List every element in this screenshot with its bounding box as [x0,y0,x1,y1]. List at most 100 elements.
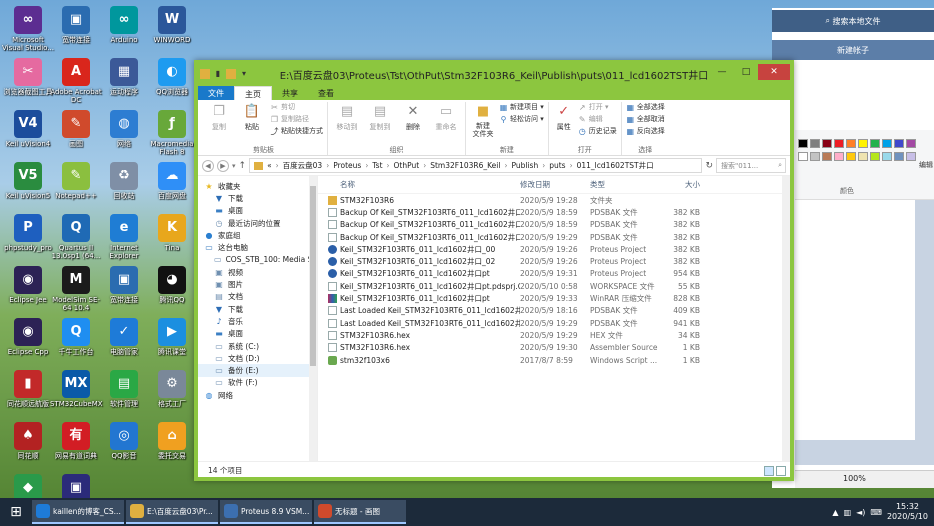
edit-colors-label[interactable]: 编辑 [919,160,933,170]
tab-share[interactable]: 共享 [272,86,308,100]
network-icon[interactable]: ▥ [844,508,852,517]
rename-button[interactable]: ▭ 重命名 [431,102,461,145]
delete-button[interactable]: ✕ 删除 [398,102,428,145]
breadcrumb-separator[interactable]: › [423,161,426,170]
clock[interactable]: 15:32 2020/5/10 [887,502,928,522]
color-swatch[interactable] [798,139,808,148]
desktop-icon[interactable]: ✎ Notepad++ [50,162,102,200]
breadcrumb-item[interactable]: OthPut [394,161,420,170]
file-row[interactable]: Keil_STM32F103RT6_011_lcd1602井口pt 2020/5/… [318,292,790,304]
desktop-icon[interactable]: MX STM32CubeMX [50,370,103,408]
desktop-icon[interactable]: ✓ 电脑管家 [98,318,150,356]
breadcrumb-item[interactable]: Tst [372,161,382,170]
file-row[interactable]: stm32f103x6 2017/8/7 8:59 Windows Script .… [318,354,790,366]
title-bar[interactable]: ▮ ▾ E:\百度云盘03\Proteus\Tst\OthPut\Stm32F1… [198,64,790,84]
column-date[interactable]: 修改日期 [520,179,590,190]
file-row[interactable]: Backup Of Keil_STM32F103RT6_011_lcd1602井… [318,219,790,231]
file-row[interactable]: Keil_STM32F103RT6_011_lcd1602井口pt 2020/5/… [318,268,790,280]
color-swatch[interactable] [906,139,916,148]
nav-item[interactable]: ▼ 下载 [198,303,317,315]
desktop-icon[interactable]: ◐ QQ浏览器 [146,58,198,96]
color-swatch[interactable] [882,139,892,148]
details-view-icon[interactable] [764,465,774,476]
desktop-icon[interactable]: ∞ Microsoft Visual Studio... [2,6,54,52]
nav-item[interactable]: ▬ 桌面 [198,328,317,340]
desktop-icon[interactable]: Q Quartus II 13.0sp1 (64... [50,214,102,260]
nav-item[interactable]: ▭ 这台电脑 [198,241,317,253]
file-row[interactable]: STM32F103R6.hex 2020/5/9 19:29 HEX 文件 34 KB [318,329,790,341]
nav-item[interactable]: ▤ 文档 [198,291,317,303]
desktop-icon[interactable]: e Internet Explorer [98,214,150,260]
color-swatch[interactable] [858,152,868,161]
copy-path-button[interactable]: ❐ 复制路径 [270,114,323,124]
taskbar-task[interactable]: kaillen的博客_CS... [32,500,124,524]
taskbar-task[interactable]: E:\百度云盘03\Pr... [126,500,218,524]
breadcrumb-separator[interactable]: › [542,161,545,170]
nav-item[interactable]: ▭ 备份 (E:) [198,364,317,377]
properties-button[interactable]: ✓ 属性 [553,102,575,145]
forward-button[interactable]: ▶ [217,159,229,172]
cut-button[interactable]: ✂ 剪切 [270,102,323,112]
file-row[interactable]: Last Loaded Keil_STM32F103RT6_011_lcd160… [318,305,790,317]
large-icons-view-icon[interactable] [776,465,786,476]
breadcrumb-item[interactable]: Proteus [333,161,361,170]
color-swatch[interactable] [822,152,832,161]
new-folder-button[interactable]: 新建帐子 [772,40,934,60]
select-none-button[interactable]: ▦ 全部取消 [626,114,664,124]
move-to-button[interactable]: ▤ 移动到 [332,102,362,145]
color-swatch[interactable] [846,152,856,161]
nav-item[interactable]: ★ 收藏夹 [198,180,317,192]
search-local-files-button[interactable]: ⌕ 搜索本地文件 [772,10,934,32]
breadcrumb-separator[interactable]: › [326,161,329,170]
start-button[interactable]: ⊞ [0,498,32,526]
address-overflow[interactable]: « [267,161,272,170]
desktop-icon[interactable]: Pphpstudy_pro [2,214,54,252]
breadcrumb-separator[interactable]: › [276,161,279,170]
desktop-icon[interactable]: M ModelSim SE-64 10.4 [50,266,102,312]
desktop-icon[interactable]: ▦ 运动程序 [98,58,150,96]
color-swatch[interactable] [822,139,832,148]
desktop-icon[interactable]: ƒ Macromedia Flash 8 [146,110,198,156]
desktop-icon[interactable]: ◍ 网络 [98,110,150,148]
close-button[interactable]: ✕ [758,64,790,80]
breadcrumb-separator[interactable]: › [504,161,507,170]
breadcrumb-item[interactable]: puts [549,161,565,170]
color-swatch[interactable] [834,139,844,148]
nav-item[interactable]: ◍ 网络 [198,389,317,401]
search-input[interactable]: 搜索"011... ⌕ [716,158,786,173]
minimize-button[interactable]: — [710,64,734,80]
desktop-icon[interactable]: ◎ QQ影音 [98,422,150,460]
nav-item[interactable]: ▭ 系统 (C:) [198,340,317,352]
desktop-icon[interactable]: A Adobe Acrobat DC [50,58,102,104]
tray-arrow-icon[interactable]: ▲ [832,508,838,517]
desktop-icon[interactable]: 有网易有道词典 [50,422,102,460]
address-bar[interactable]: « › 百度云盘03 › Proteus › Tst › OthPut › Stm32F103R6… [249,158,703,173]
nav-item[interactable]: ▣ 视频 [198,266,317,278]
file-row[interactable]: Backup Of Keil_STM32F103RT6_011_lcd1602井… [318,206,790,218]
new-folder-icon[interactable] [226,69,236,79]
desktop-icon[interactable]: V4 Keil uVision4 [2,110,54,148]
breadcrumb-item[interactable]: 百度云盘03 [283,160,323,171]
color-swatch[interactable] [894,139,904,148]
desktop-icon[interactable]: ✎ 画图 [50,110,102,148]
desktop-icon[interactable]: ♻ 回收站 [98,162,150,200]
color-swatch[interactable] [810,152,820,161]
color-swatch[interactable] [882,152,892,161]
maximize-button[interactable]: □ [734,64,758,80]
paste-shortcut-button[interactable]: ⤴ 粘贴快捷方式 [270,126,324,136]
nav-item[interactable]: ♪ 音乐 [198,315,317,327]
desktop-icon[interactable]: ▶ 腾讯课堂 [146,318,198,356]
desktop-icon[interactable]: ☁ 百度网盘 [146,162,198,200]
file-row[interactable]: Keil_STM32F103RT6_011_lcd1602井口_02 2020/5… [318,255,790,267]
color-swatch[interactable] [834,152,844,161]
color-swatch[interactable] [846,139,856,148]
volume-icon[interactable]: ◄) [856,508,865,517]
taskbar-task[interactable]: 无标题 - 画图 [314,500,406,524]
color-swatch[interactable] [870,152,880,161]
tab-file[interactable]: 文件 [198,86,234,100]
color-swatch[interactable] [906,152,916,161]
column-size[interactable]: 大小 [660,179,700,190]
nav-item[interactable]: ▼ 下载 [198,192,317,204]
breadcrumb-separator[interactable]: › [387,161,390,170]
desktop-icon[interactable]: ◉ Eclipse Jee [2,266,54,304]
